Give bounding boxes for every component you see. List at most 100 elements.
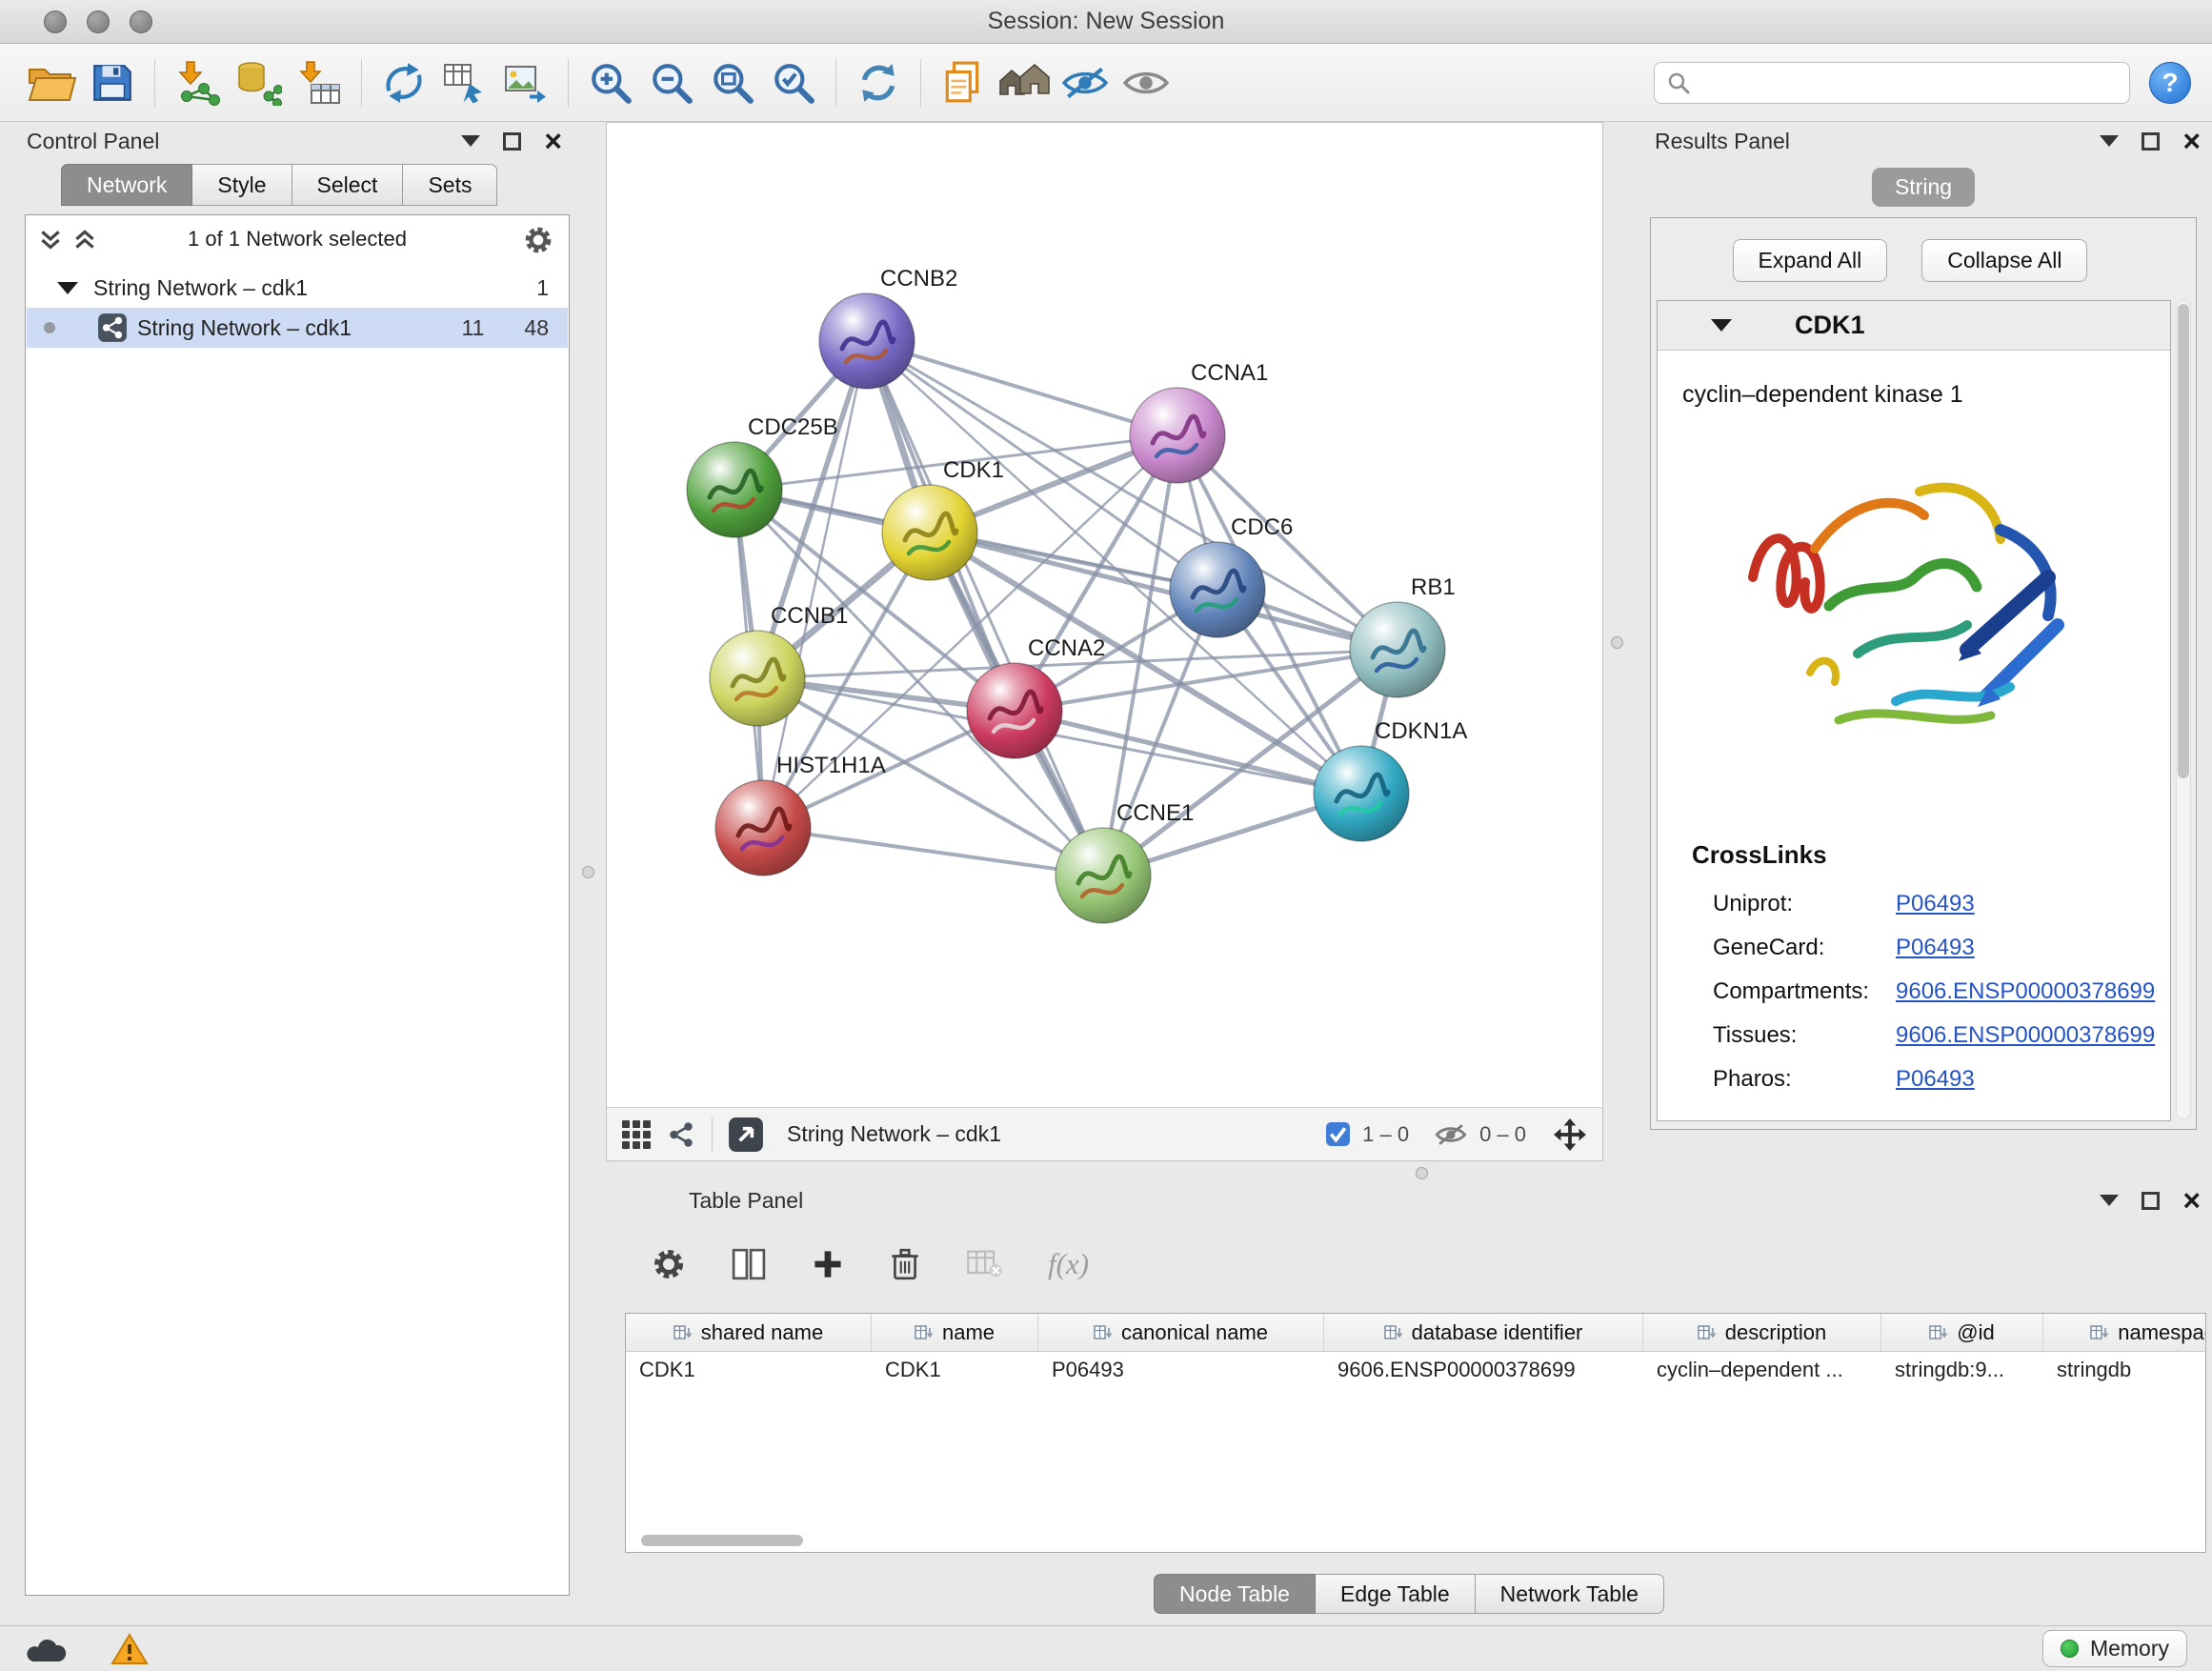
panel-menu-icon[interactable]: [461, 135, 480, 147]
zoom-in-button[interactable]: [580, 52, 641, 113]
tab-style[interactable]: Style: [192, 164, 292, 206]
network-node-cdk1[interactable]: [882, 485, 977, 580]
network-node-cdkn1a[interactable]: [1314, 746, 1409, 841]
close-window-button[interactable]: [44, 10, 67, 33]
table-row[interactable]: CDK1CDK1P064939606.ENSP00000378699cyclin…: [626, 1352, 2205, 1388]
warning-icon[interactable]: [111, 1633, 149, 1665]
memory-button[interactable]: Memory: [2042, 1630, 2187, 1667]
crosslink-link[interactable]: P06493: [1896, 935, 1975, 961]
refresh-network-button[interactable]: [848, 52, 909, 113]
column-header[interactable]: shared name: [626, 1314, 872, 1351]
column-header[interactable]: canonical name: [1038, 1314, 1324, 1351]
column-header[interactable]: description: [1643, 1314, 1881, 1351]
export-image-button[interactable]: [495, 52, 556, 113]
crosslink-link[interactable]: P06493: [1896, 1066, 1975, 1093]
minimize-window-button[interactable]: [87, 10, 110, 33]
tab-node-table[interactable]: Node Table: [1154, 1574, 1316, 1614]
expand-all-button[interactable]: Expand All: [1733, 239, 1888, 282]
import-table-from-file-button[interactable]: [289, 52, 350, 113]
grid-view-icon[interactable]: [622, 1120, 651, 1149]
table-settings-gear-icon[interactable]: [652, 1247, 686, 1281]
column-header[interactable]: @id: [1881, 1314, 2043, 1351]
scrollbar-thumb[interactable]: [641, 1535, 803, 1546]
network-collection-row[interactable]: String Network – cdk1 1: [27, 268, 568, 308]
network-node-ccnb2[interactable]: [819, 293, 915, 389]
copy-document-button[interactable]: [933, 52, 994, 113]
share-network-icon[interactable]: [666, 1119, 696, 1150]
panel-close-icon[interactable]: ×: [2182, 1185, 2201, 1216]
collapse-all-icon[interactable]: [37, 227, 64, 258]
window-controls: [44, 10, 152, 33]
tab-select[interactable]: Select: [292, 164, 404, 206]
crosslink-label: Compartments:: [1713, 978, 1896, 1005]
tab-edge-table[interactable]: Edge Table: [1316, 1574, 1476, 1614]
network-node-cdc25b[interactable]: [687, 442, 782, 537]
table-cell: CDK1: [872, 1358, 1038, 1382]
scrollbar-thumb[interactable]: [2178, 304, 2189, 778]
zoom-fit-button[interactable]: [702, 52, 763, 113]
tab-network[interactable]: Network: [61, 164, 192, 206]
vertical-splitter-handle[interactable]: [582, 866, 594, 878]
birds-eye-view-button[interactable]: [728, 1117, 764, 1153]
hide-selected-button[interactable]: [1055, 52, 1116, 113]
panel-menu-icon[interactable]: [2100, 135, 2119, 147]
protein-card-header[interactable]: CDK1: [1658, 301, 2170, 351]
import-network-from-file-button[interactable]: [167, 52, 228, 113]
crosslink-link[interactable]: 9606.ENSP00000378699: [1896, 1022, 2155, 1049]
search-field[interactable]: [1654, 62, 2130, 104]
table-horizontal-scrollbar[interactable]: [630, 1535, 2202, 1548]
panel-close-icon[interactable]: ×: [2182, 126, 2201, 156]
maximize-window-button[interactable]: [130, 10, 152, 33]
tab-sets[interactable]: Sets: [403, 164, 497, 206]
add-column-plus-icon[interactable]: [812, 1248, 844, 1280]
network-node-ccna1[interactable]: [1130, 388, 1225, 483]
save-session-button[interactable]: [82, 52, 143, 113]
control-panel-title: Control Panel: [27, 122, 159, 160]
vertical-splitter-handle[interactable]: [1611, 636, 1623, 649]
network-node-ccna2[interactable]: [967, 663, 1062, 758]
results-scrollbar[interactable]: [2176, 300, 2191, 1119]
collapse-all-button[interactable]: Collapse All: [1921, 239, 2087, 282]
help-button[interactable]: ?: [2149, 62, 2191, 104]
selected-checkbox-icon[interactable]: [1325, 1121, 1351, 1147]
gear-icon[interactable]: [523, 225, 553, 260]
horizontal-splitter-handle[interactable]: [1416, 1167, 1428, 1179]
network-node-ccnb1[interactable]: [710, 631, 805, 726]
new-network-from-selection-button[interactable]: [434, 52, 495, 113]
cloud-icon[interactable]: [25, 1635, 69, 1663]
column-header[interactable]: namespac: [2043, 1314, 2206, 1351]
network-node-hist1h1a[interactable]: [715, 780, 811, 876]
panel-close-icon[interactable]: ×: [544, 126, 562, 156]
network-node-cdc6[interactable]: [1170, 542, 1265, 637]
network-view-toolbar: String Network – cdk1 1 – 0 0 –: [607, 1107, 1602, 1160]
disclosure-triangle-icon[interactable]: [57, 282, 78, 294]
panel-float-icon[interactable]: [2142, 1192, 2160, 1210]
expand-all-icon[interactable]: [71, 227, 98, 258]
show-columns-icon[interactable]: [732, 1248, 766, 1280]
network-node-ccne1[interactable]: [1056, 828, 1151, 923]
network-canvas[interactable]: CCNB2CCNA1CDC25BCDK1CDC6RB1CCNB1CCNA2CDK…: [607, 123, 1602, 1107]
zoom-out-button[interactable]: [641, 52, 702, 113]
column-header[interactable]: name: [872, 1314, 1038, 1351]
home-view-button[interactable]: [994, 52, 1055, 113]
search-input[interactable]: [1700, 70, 2118, 95]
crosslink-link[interactable]: P06493: [1896, 891, 1975, 917]
panel-menu-icon[interactable]: [2100, 1195, 2119, 1206]
panel-float-icon[interactable]: [503, 132, 521, 151]
panel-float-icon[interactable]: [2142, 132, 2160, 151]
first-neighbors-button[interactable]: [373, 52, 434, 113]
network-tree-item[interactable]: String Network – cdk1 11 48: [27, 308, 568, 348]
open-session-button[interactable]: [21, 52, 82, 113]
zoom-selected-button[interactable]: [763, 52, 824, 113]
delete-column-trash-icon[interactable]: [890, 1247, 920, 1281]
network-node-rb1[interactable]: [1350, 602, 1445, 697]
pan-crosshair-icon[interactable]: [1553, 1117, 1587, 1152]
hidden-eye-icon[interactable]: [1434, 1121, 1468, 1148]
string-results-tab[interactable]: String: [1872, 168, 1975, 207]
show-all-button[interactable]: [1116, 52, 1176, 113]
tab-network-table[interactable]: Network Table: [1476, 1574, 1664, 1614]
crosslink-link[interactable]: 9606.ENSP00000378699: [1896, 978, 2155, 1005]
disclosure-triangle-icon[interactable]: [1711, 319, 1732, 332]
column-header[interactable]: database identifier: [1324, 1314, 1643, 1351]
import-network-from-database-button[interactable]: [228, 52, 289, 113]
